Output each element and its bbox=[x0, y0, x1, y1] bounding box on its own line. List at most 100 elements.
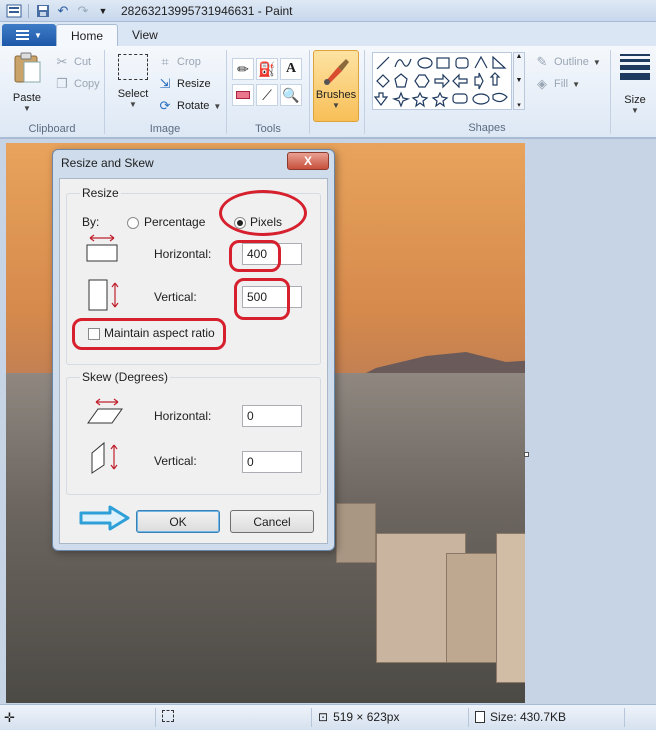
tools-group: ✏ ⛽ A ⟋ 🔍 Tools bbox=[227, 46, 309, 138]
resize-label: Resize bbox=[177, 78, 211, 90]
dialog-body: Resize By: Percentage Pixels Horizontal:… bbox=[59, 178, 328, 544]
crop-button[interactable]: ⌗ Crop bbox=[157, 54, 201, 70]
by-label: By: bbox=[82, 215, 100, 229]
dialog-title: Resize and Skew bbox=[61, 156, 154, 170]
fill-icon: ◈ bbox=[537, 76, 547, 91]
copy-button[interactable]: ❐ Copy bbox=[54, 76, 100, 92]
outline-label: Outline bbox=[554, 56, 589, 68]
shapes-gallery-icons bbox=[373, 55, 508, 108]
chevron-down-icon: ▼ bbox=[213, 101, 222, 111]
vertical-value-highlight bbox=[234, 278, 290, 320]
customize-quick-access-icon[interactable]: ▼ bbox=[95, 3, 111, 19]
crop-icon: ⌗ bbox=[161, 54, 169, 69]
quick-access-separator bbox=[28, 3, 29, 18]
title-bar: ↶ ↷ ▼ 28263213995731946631 - Paint bbox=[0, 0, 656, 22]
shapes-group-label: Shapes bbox=[468, 122, 506, 134]
rotate-button[interactable]: ⟳ Rotate ▼ bbox=[157, 98, 222, 114]
window-title: 28263213995731946631 - Paint bbox=[121, 3, 293, 18]
maintain-aspect-highlight bbox=[72, 318, 226, 350]
clipboard-group-label: Clipboard bbox=[28, 123, 76, 135]
image-group-label: Image bbox=[149, 123, 181, 135]
cancel-button[interactable]: Cancel bbox=[230, 510, 314, 533]
tab-home[interactable]: Home bbox=[56, 24, 119, 46]
select-button[interactable]: Select ▼ bbox=[113, 54, 153, 109]
skew-vertical-input[interactable]: 0 bbox=[242, 451, 302, 473]
close-button[interactable]: X bbox=[287, 152, 329, 170]
chevron-down-icon: ▼ bbox=[129, 100, 137, 109]
shapes-gallery[interactable] bbox=[372, 52, 512, 110]
chevron-down-icon: ▼ bbox=[572, 79, 580, 89]
resize-icon: ⇲ bbox=[159, 76, 171, 91]
image-group: Select ▼ ⌗ Crop ⇲ Resize ⟳ Rotate ▼ Imag… bbox=[105, 46, 225, 138]
shapes-scrollbar[interactable]: ▲ ▼ ▾ bbox=[513, 52, 525, 110]
resize-legend: Resize bbox=[80, 186, 121, 200]
tab-view[interactable]: View bbox=[118, 24, 172, 46]
tools-group-label: Tools bbox=[255, 123, 281, 135]
paste-icon bbox=[14, 52, 41, 83]
fill-bucket-icon[interactable]: ⛽ bbox=[256, 58, 278, 80]
save-icon[interactable] bbox=[35, 3, 51, 19]
rotate-icon: ⟳ bbox=[159, 98, 171, 113]
file-size-icon bbox=[475, 711, 485, 723]
fill-label: Fill bbox=[554, 78, 569, 90]
selection-size bbox=[162, 710, 174, 722]
horizontal-resize-icon bbox=[86, 233, 120, 266]
select-icon bbox=[118, 54, 148, 80]
skew-horizontal-label: Horizontal: bbox=[154, 409, 212, 423]
text-tool-icon[interactable]: A bbox=[280, 58, 302, 80]
brushes-label: Brushes bbox=[315, 89, 357, 101]
paint-app-icon[interactable] bbox=[6, 3, 22, 19]
close-icon: X bbox=[303, 154, 312, 168]
group-separator bbox=[309, 50, 310, 134]
vertical-resize-icon bbox=[88, 279, 122, 316]
percentage-radio[interactable] bbox=[127, 217, 139, 229]
blue-arrow-icon bbox=[79, 505, 130, 531]
line-size-icon bbox=[620, 54, 650, 80]
more-shapes-icon: ▾ bbox=[517, 102, 521, 109]
canvas-resize-handle[interactable] bbox=[524, 452, 529, 457]
chevron-down-icon: ▼ bbox=[592, 57, 601, 67]
percentage-label[interactable]: Percentage bbox=[144, 215, 205, 229]
brushes-button[interactable]: Brushes ▼ bbox=[313, 50, 359, 122]
ok-button[interactable]: OK bbox=[136, 510, 220, 533]
file-menu-button[interactable]: ▼ bbox=[2, 24, 56, 46]
pencil-icon[interactable]: ✏ bbox=[232, 58, 254, 80]
size-button[interactable]: Size ▼ bbox=[616, 54, 654, 115]
outline-button[interactable]: ✎ Outline ▼ bbox=[534, 54, 601, 70]
canvas-size-icon: ⊡ bbox=[318, 710, 329, 724]
quick-access-toolbar: ↶ ↷ ▼ bbox=[0, 0, 111, 22]
clipboard-group: Paste ▼ ✂ Cut ❐ Copy Clipboard bbox=[0, 46, 104, 138]
file-menu-icon bbox=[16, 30, 30, 40]
chevron-down-icon: ▼ bbox=[23, 104, 31, 113]
vertical-skew-icon bbox=[90, 441, 124, 478]
cursor-position-icon: ✛ bbox=[4, 710, 15, 725]
crop-label: Crop bbox=[177, 56, 201, 68]
paste-button[interactable]: Paste ▼ bbox=[8, 52, 46, 113]
color-picker-icon[interactable]: ⟋ bbox=[256, 84, 278, 106]
fill-button[interactable]: ◈ Fill ▼ bbox=[534, 76, 580, 92]
brush-icon bbox=[324, 59, 349, 85]
chevron-down-icon: ▼ bbox=[34, 30, 42, 40]
group-separator bbox=[610, 50, 611, 134]
vertical-label: Vertical: bbox=[154, 290, 197, 304]
copy-label: Copy bbox=[74, 78, 100, 90]
undo-icon[interactable]: ↶ bbox=[55, 3, 71, 19]
skew-vertical-label: Vertical: bbox=[154, 454, 197, 468]
redo-icon[interactable]: ↷ bbox=[75, 3, 91, 19]
cursor-position: ✛ bbox=[4, 710, 15, 726]
image-building bbox=[496, 533, 525, 683]
pixels-highlight-circle bbox=[219, 190, 307, 236]
skew-horizontal-input[interactable]: 0 bbox=[242, 405, 302, 427]
outline-icon: ✎ bbox=[536, 54, 548, 69]
chevron-down-icon: ▼ bbox=[631, 106, 639, 115]
ribbon: Paste ▼ ✂ Cut ❐ Copy Clipboard Select ▼ … bbox=[0, 46, 656, 138]
file-size-label: Size: 430.7KB bbox=[490, 710, 567, 724]
horizontal-label: Horizontal: bbox=[154, 247, 212, 261]
status-separator bbox=[624, 708, 625, 727]
resize-button[interactable]: ⇲ Resize bbox=[157, 76, 211, 92]
scroll-down-icon: ▼ bbox=[515, 77, 523, 84]
cut-button[interactable]: ✂ Cut bbox=[54, 54, 92, 70]
file-size: Size: 430.7KB bbox=[475, 710, 566, 724]
eraser-icon[interactable] bbox=[232, 84, 254, 106]
magnifier-icon[interactable]: 🔍 bbox=[280, 84, 302, 106]
